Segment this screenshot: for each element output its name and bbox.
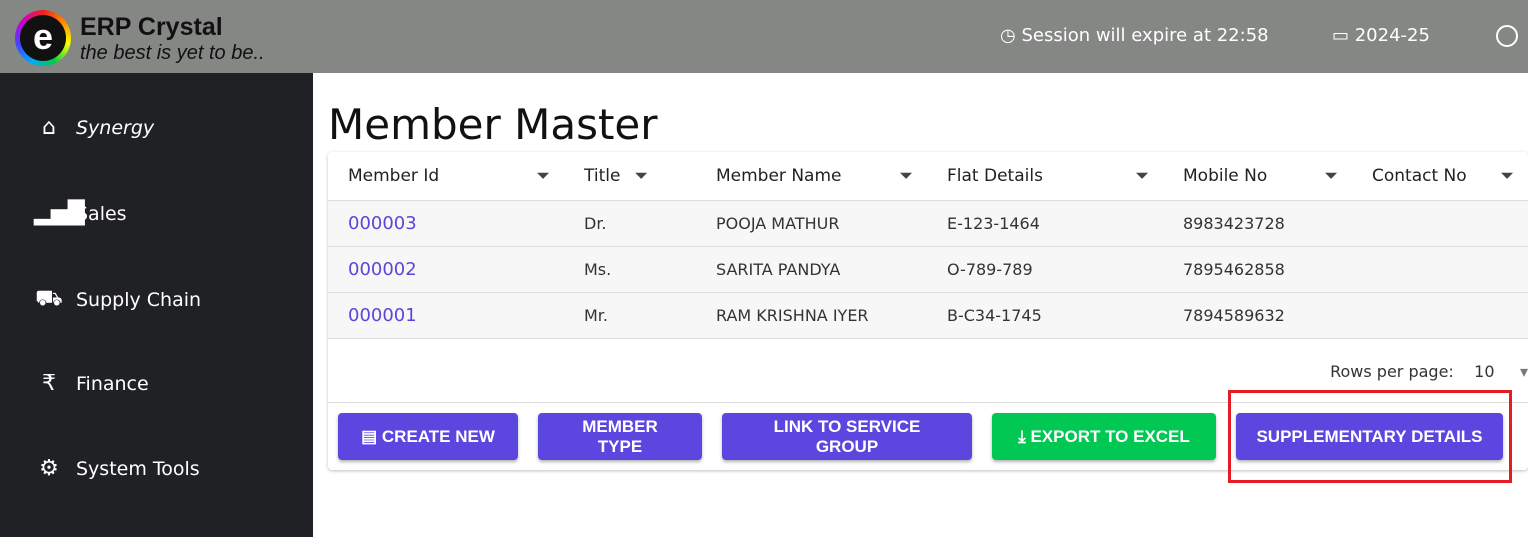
rows-per-page-select[interactable]: 10 bbox=[1474, 362, 1494, 381]
column-header-member-id[interactable]: Member Id ⏷ bbox=[328, 152, 564, 201]
cell: POOJA MATHUR bbox=[696, 200, 927, 247]
session-info: ◷ Session will expire at 22:58 bbox=[1000, 25, 1269, 46]
cell: B-C34-1745 bbox=[927, 292, 1163, 339]
table-row: 000003 Dr. POOJA MATHUR E-123-1464 898342372… bbox=[328, 200, 1528, 247]
rupee-icon: ₹ bbox=[42, 371, 56, 396]
create-new-button[interactable]: ▤ CREATE NEW bbox=[338, 413, 518, 460]
member-id-link[interactable]: 000003 bbox=[328, 200, 564, 247]
filter-icon[interactable]: ⏷ bbox=[1500, 166, 1514, 186]
column-header-contact-no[interactable]: Contact No ⏷ bbox=[1352, 152, 1528, 201]
tagline: the best is yet to be.. bbox=[80, 42, 265, 64]
calendar-icon: ▭ bbox=[1332, 25, 1355, 46]
financial-year[interactable]: ▭ 2024-25 bbox=[1332, 25, 1430, 46]
cell bbox=[1352, 246, 1528, 293]
cell: 8983423728 bbox=[1163, 200, 1352, 247]
cell: O-789-789 bbox=[927, 246, 1163, 293]
column-header-member-name[interactable]: Member Name ⏷ bbox=[696, 152, 927, 201]
cell: Dr. bbox=[564, 200, 696, 247]
app-name: ERP Crystal bbox=[80, 13, 223, 41]
member-id-link[interactable]: 000002 bbox=[328, 246, 564, 293]
cell: Ms. bbox=[564, 246, 696, 293]
filter-icon[interactable]: ⏷ bbox=[536, 166, 550, 186]
user-account-icon[interactable] bbox=[1496, 25, 1518, 47]
pagination: Rows per page: 10 ▾ bbox=[1330, 362, 1528, 381]
member-type-button[interactable]: MEMBER TYPE bbox=[538, 413, 702, 460]
logo: e bbox=[15, 10, 71, 66]
filter-icon[interactable]: ⏷ bbox=[634, 166, 648, 186]
highlight-box bbox=[1228, 390, 1512, 483]
cell: RAM KRISHNA IYER bbox=[696, 292, 927, 339]
cell: E-123-1464 bbox=[927, 200, 1163, 247]
cell: Mr. bbox=[564, 292, 696, 339]
filter-icon[interactable]: ⏷ bbox=[1324, 166, 1338, 186]
filter-icon[interactable]: ⏷ bbox=[899, 166, 913, 186]
download-icon: ⤓ bbox=[1018, 426, 1031, 446]
sidebar-item-sales[interactable]: ▂▅█ Sales bbox=[34, 201, 127, 226]
top-bar: e ERP Crystal the best is yet to be.. ◷ … bbox=[0, 0, 1528, 73]
member-table: Member Id ⏷ Title ⏷ Member Name ⏷ Flat Deta… bbox=[328, 152, 1528, 339]
sidebar-item-finance[interactable]: ₹ Finance bbox=[34, 371, 149, 396]
cell: 7895462858 bbox=[1163, 246, 1352, 293]
member-id-link[interactable]: 000001 bbox=[328, 292, 564, 339]
cell bbox=[1352, 292, 1528, 339]
cell: SARITA PANDYA bbox=[696, 246, 927, 293]
gear-icon: ⚙ bbox=[39, 456, 59, 481]
sidebar-item-supply-chain[interactable]: ⛟ Supply Chain bbox=[34, 286, 201, 314]
truck-icon: ⛟ bbox=[35, 286, 63, 311]
dropdown-arrow-icon[interactable]: ▾ bbox=[1520, 362, 1528, 381]
bar-chart-icon: ▂▅█ bbox=[34, 201, 85, 226]
link-to-service-group-button[interactable]: LINK TO SERVICE GROUP bbox=[722, 413, 972, 460]
document-icon: ▤ bbox=[361, 426, 382, 446]
table-row: 000001 Mr. RAM KRISHNA IYER B-C34-1745 78945… bbox=[328, 292, 1528, 339]
cell bbox=[1352, 200, 1528, 247]
column-header-flat-details[interactable]: Flat Details ⏷ bbox=[927, 152, 1163, 201]
clock-icon: ◷ bbox=[1000, 25, 1022, 46]
sidebar-item-system-tools[interactable]: ⚙ System Tools bbox=[34, 456, 200, 481]
export-to-excel-button[interactable]: ⤓ EXPORT TO EXCEL bbox=[992, 413, 1216, 460]
page-title: Member Master bbox=[328, 100, 658, 149]
home-icon: ⌂ bbox=[42, 115, 56, 140]
sidebar-item-synergy[interactable]: ⌂ Synergy bbox=[34, 115, 154, 140]
sidebar: ⌂ Synergy ▂▅█ Sales ⛟ Supply Chain ₹ Finance… bbox=[0, 73, 313, 537]
table-row: 000002 Ms. SARITA PANDYA O-789-789 789546285… bbox=[328, 246, 1528, 293]
column-header-title[interactable]: Title ⏷ bbox=[564, 152, 696, 201]
column-header-mobile-no[interactable]: Mobile No ⏷ bbox=[1163, 152, 1352, 201]
cell: 7894589632 bbox=[1163, 292, 1352, 339]
filter-icon[interactable]: ⏷ bbox=[1135, 166, 1149, 186]
